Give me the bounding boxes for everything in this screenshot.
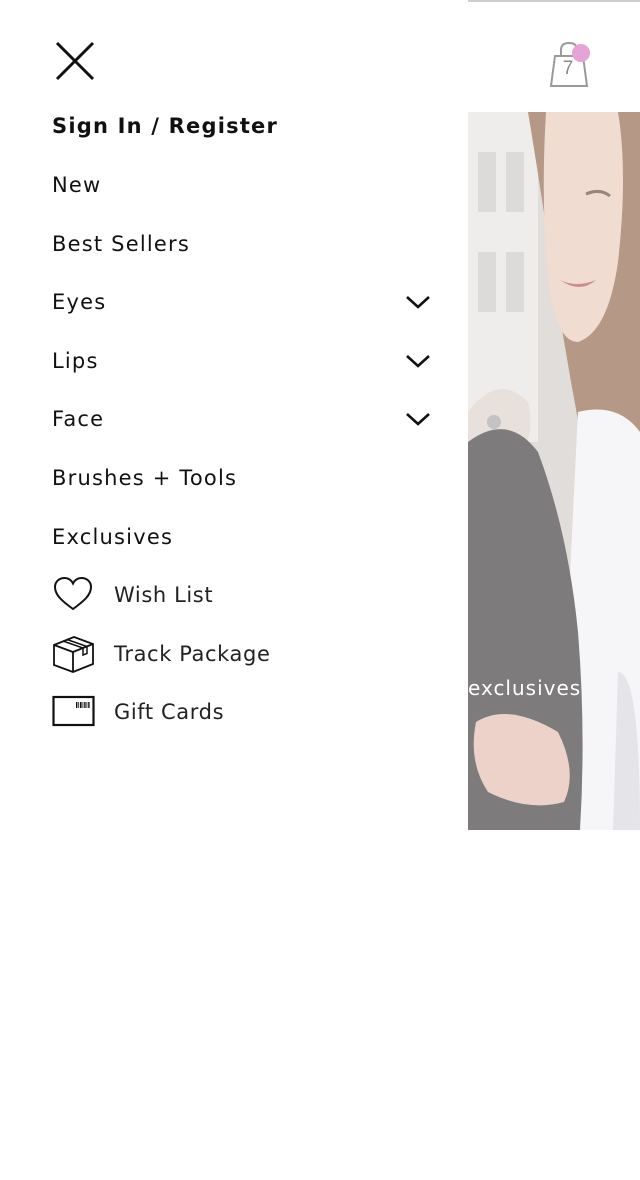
- nav-item-lips[interactable]: Lips: [52, 341, 442, 381]
- bag-notification-dot: [572, 44, 590, 62]
- header-divider: [468, 0, 640, 2]
- nav-item-label: Brushes + Tools: [52, 466, 238, 490]
- nav-item-label: Face: [52, 407, 105, 431]
- hero-dim-overlay: [468, 112, 640, 830]
- chevron-down-icon[interactable]: [404, 410, 432, 428]
- nav-item-label: Lips: [52, 349, 99, 373]
- nav-item-label: Exclusives: [52, 525, 174, 549]
- track-package-link[interactable]: Track Package: [52, 634, 352, 674]
- nav-item-exclusives[interactable]: Exclusives: [52, 517, 442, 557]
- chevron-down-icon[interactable]: [404, 352, 432, 370]
- sign-in-register-label: Sign In / Register: [52, 114, 279, 138]
- nav-item-label: Best Sellers: [52, 232, 190, 256]
- navigation-drawer: Sign In / Register New Best Sellers Eyes…: [0, 0, 468, 1180]
- nav-item-brushes-tools[interactable]: Brushes + Tools: [52, 458, 442, 498]
- gift-cards-label: Gift Cards: [114, 700, 225, 724]
- nav-item-eyes[interactable]: Eyes: [52, 282, 442, 322]
- nav-item-face[interactable]: Face: [52, 399, 442, 439]
- hero-banner[interactable]: exclusives: [468, 112, 640, 830]
- track-package-label: Track Package: [114, 642, 271, 666]
- wish-list-link[interactable]: Wish List: [52, 575, 352, 615]
- chevron-down-icon[interactable]: [404, 293, 432, 311]
- heart-icon: [53, 576, 93, 611]
- close-menu-button[interactable]: [50, 38, 100, 84]
- nav-item-new[interactable]: New: [52, 165, 442, 205]
- shopping-bag-button[interactable]: 7: [546, 40, 592, 88]
- wish-list-label: Wish List: [114, 583, 214, 607]
- app-screen: 7 exclusives Sign In / Register New Best…: [0, 0, 640, 1180]
- nav-item-best-sellers[interactable]: Best Sellers: [52, 224, 442, 264]
- sign-in-register-link[interactable]: Sign In / Register: [52, 106, 442, 146]
- close-icon: [55, 41, 95, 81]
- nav-item-label: New: [52, 173, 102, 197]
- gift-card-icon: [52, 695, 95, 727]
- nav-item-label: Eyes: [52, 290, 107, 314]
- package-icon: [53, 636, 94, 673]
- gift-cards-link[interactable]: Gift Cards: [52, 692, 352, 732]
- hero-caption: exclusives: [468, 676, 582, 700]
